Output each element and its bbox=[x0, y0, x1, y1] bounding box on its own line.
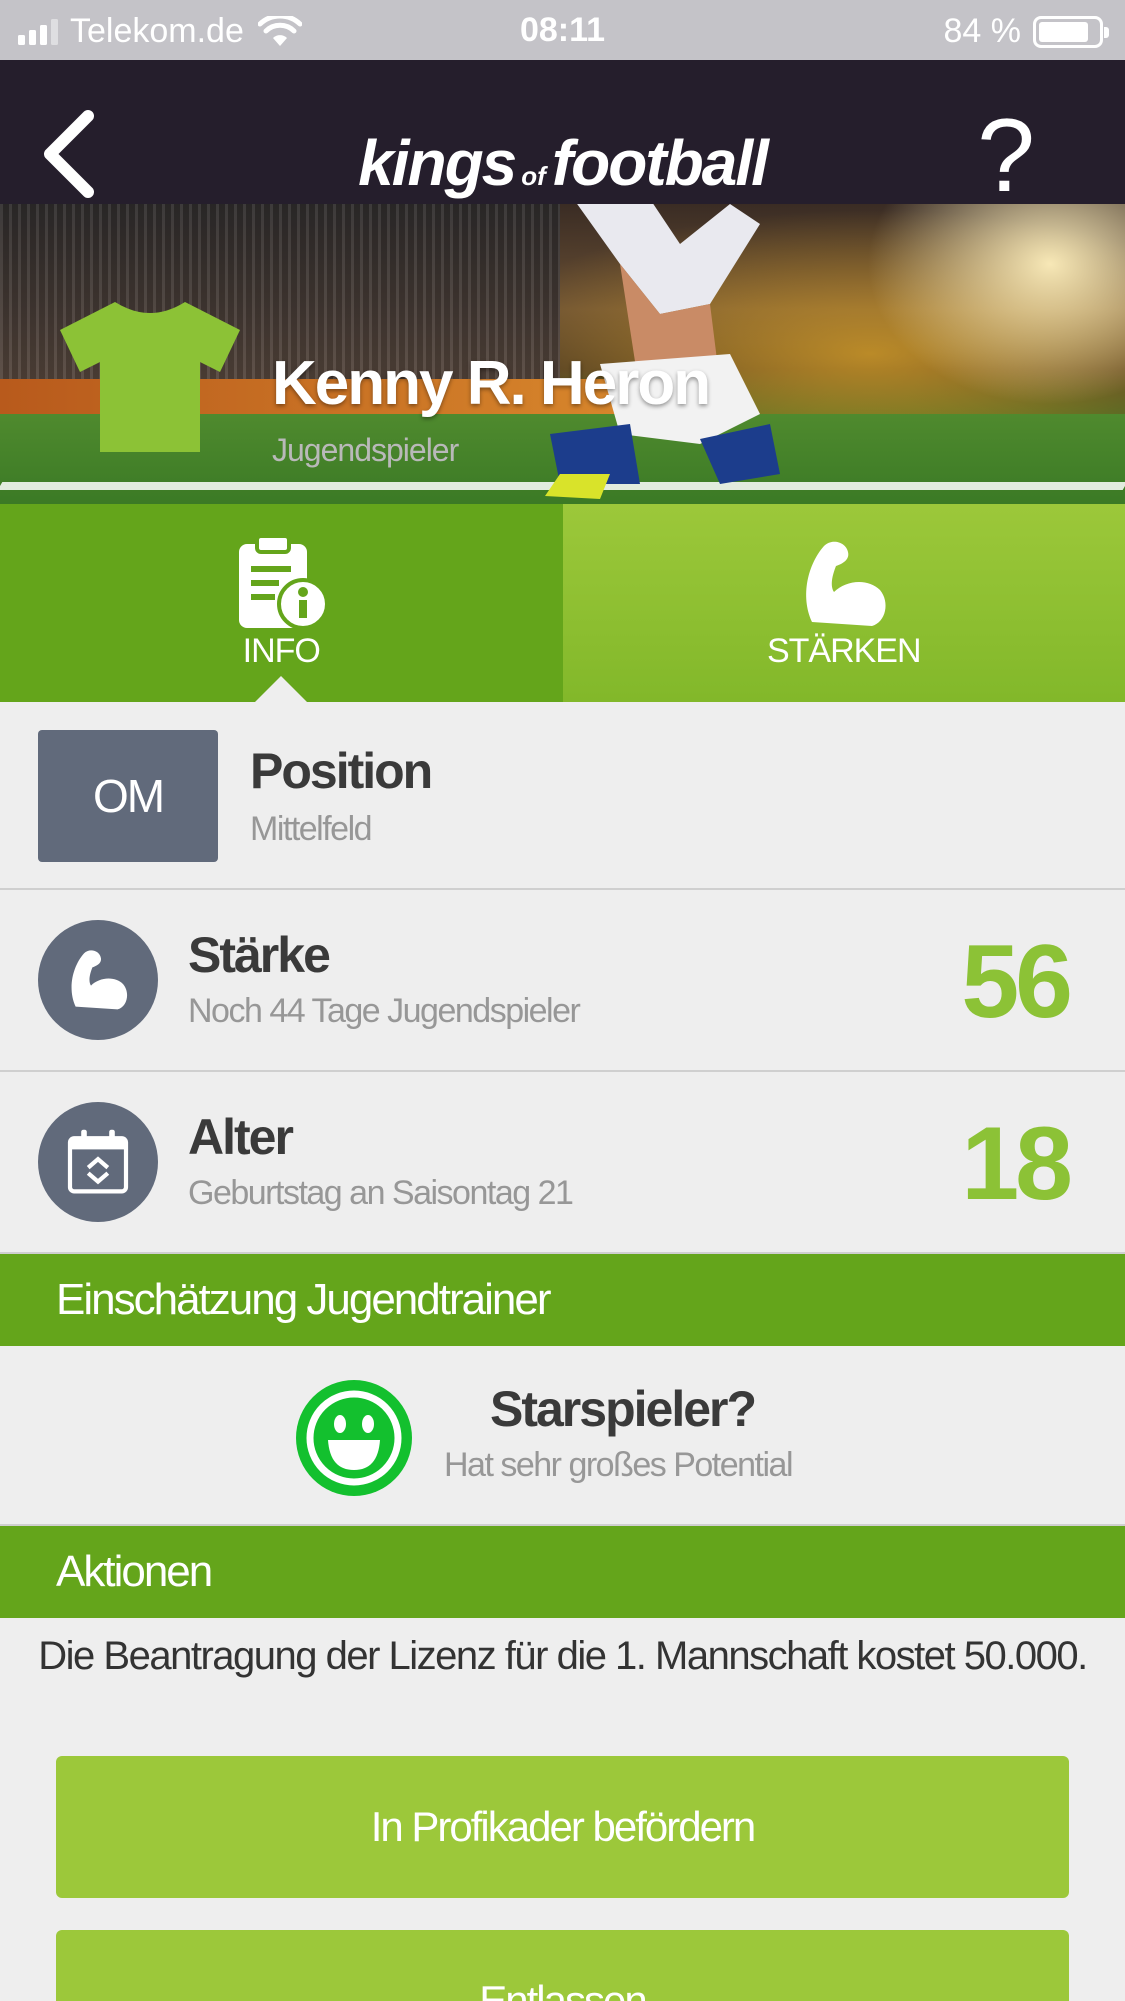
alter-title: Alter bbox=[188, 1109, 294, 1165]
section-header-aktionen: Aktionen bbox=[0, 1526, 1125, 1618]
player-type: Jugendspieler bbox=[272, 432, 459, 468]
logo-football: football bbox=[551, 127, 769, 199]
nav-bar: kings offootball ? bbox=[0, 60, 1125, 208]
promote-button[interactable]: In Profikader befördern bbox=[56, 1756, 1069, 1898]
jersey-icon bbox=[60, 302, 240, 452]
tab-staerken[interactable]: STÄRKEN bbox=[562, 504, 1125, 702]
staerke-title: Stärke bbox=[188, 927, 331, 983]
battery-fill bbox=[1039, 21, 1088, 42]
section-header-jugendtrainer: Einschätzung Jugendtrainer bbox=[0, 1254, 1125, 1346]
tab-bar: INFO STÄRKEN bbox=[0, 504, 1125, 702]
position-badge: OM bbox=[38, 730, 218, 862]
license-cost-text: Die Beantragung der Lizenz für die 1. Ma… bbox=[38, 1634, 1088, 1678]
help-button[interactable]: ? bbox=[977, 104, 1035, 208]
info-row-staerke: Stärke Noch 44 Tage Jugendspieler 56 bbox=[0, 890, 1125, 1072]
tab-info-label: INFO bbox=[242, 632, 321, 670]
app-logo: kings offootball bbox=[0, 126, 1125, 200]
info-row-position: OM Position Mittelfeld bbox=[0, 702, 1125, 890]
smiley-icon bbox=[296, 1380, 412, 1496]
tab-info[interactable]: INFO bbox=[0, 504, 563, 702]
tab-staerken-label: STÄRKEN bbox=[766, 632, 922, 670]
calendar-icon bbox=[67, 1129, 129, 1194]
staerke-icon-circle bbox=[38, 920, 158, 1040]
staerke-value: 56 bbox=[961, 924, 1073, 1040]
clipboard-info-icon bbox=[239, 534, 330, 630]
trainer-assessment: Starspieler? Hat sehr großes Potential bbox=[0, 1346, 1125, 1526]
active-tab-indicator bbox=[255, 676, 307, 702]
flexed-arm-icon bbox=[71, 950, 128, 1010]
status-right: 84 % bbox=[943, 12, 1109, 51]
position-title: Position bbox=[250, 743, 433, 799]
alter-value: 18 bbox=[961, 1106, 1073, 1222]
flexed-arm-icon bbox=[805, 541, 886, 626]
battery-percent: 84 % bbox=[943, 12, 1022, 50]
alter-subtitle: Geburtstag an Saisontag 21 bbox=[188, 1174, 574, 1212]
info-row-alter: Alter Geburtstag an Saisontag 21 18 bbox=[0, 1072, 1125, 1254]
position-subtitle: Mittelfeld bbox=[250, 810, 373, 848]
assessment-subtitle: Hat sehr großes Potential bbox=[444, 1446, 794, 1484]
logo-kings: kings bbox=[358, 127, 517, 199]
hero-banner: Kenny R. Heron Jugendspieler bbox=[0, 204, 1125, 504]
staerke-subtitle: Noch 44 Tage Jugendspieler bbox=[188, 992, 581, 1030]
battery-icon bbox=[1033, 15, 1109, 48]
dismiss-button[interactable]: Entlassen bbox=[56, 1930, 1069, 2001]
assessment-title: Starspieler? bbox=[490, 1381, 757, 1437]
status-bar: Telekom.de 08:11 84 % bbox=[0, 0, 1125, 60]
alter-icon-circle bbox=[38, 1102, 158, 1222]
player-name: Kenny R. Heron bbox=[272, 349, 711, 418]
logo-of: of bbox=[521, 161, 546, 191]
